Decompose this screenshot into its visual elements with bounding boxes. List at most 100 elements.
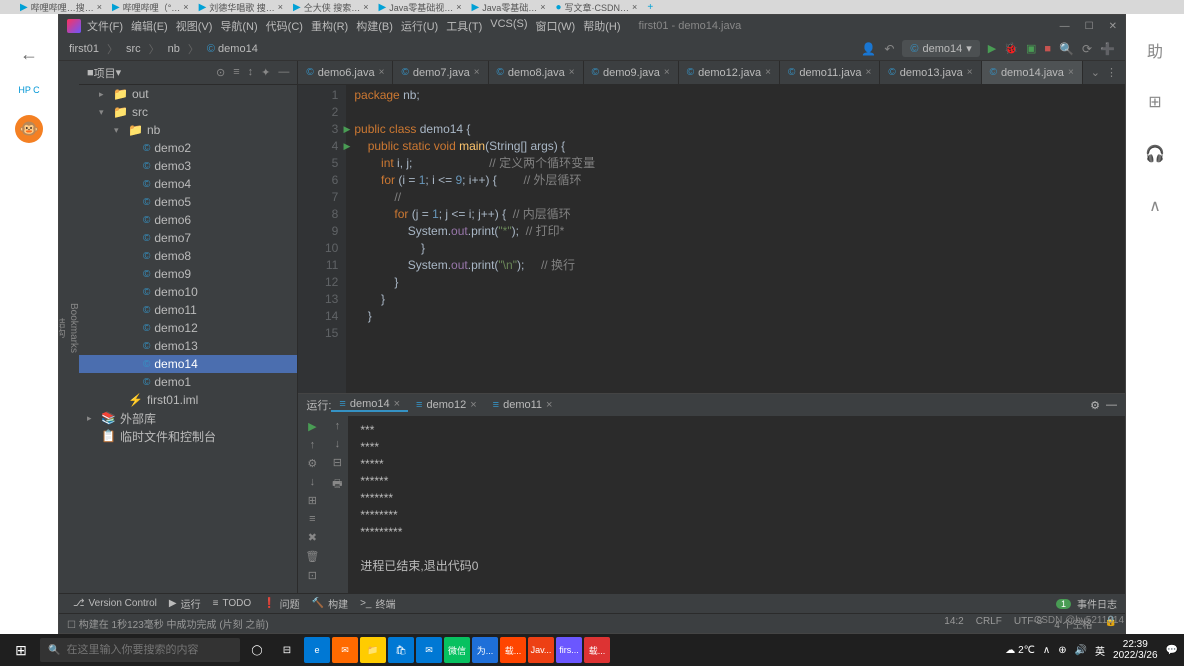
user-icon[interactable]: 👤 (861, 42, 876, 56)
panel-tool-icon[interactable]: — (278, 66, 289, 79)
chevron-down-icon[interactable]: ⌄ (1091, 66, 1100, 79)
tree-item[interactable]: ▾📁nb (79, 121, 297, 139)
tree-item[interactable]: ⚡first01.iml (79, 391, 297, 409)
browser-tab[interactable]: ▶哔哩哔哩…搜…× (20, 1, 102, 14)
taskbar-app[interactable]: firs... (556, 637, 582, 663)
project-tree[interactable]: ▸📁out▾📁src▾📁nb©demo2©demo3©demo4©demo5©d… (79, 85, 297, 593)
run-tab[interactable]: ≡demo12 × (408, 398, 485, 412)
browser-tab[interactable]: ▶仝大侠 搜索…× (293, 1, 368, 14)
editor-tab[interactable]: ©demo7.java× (393, 61, 488, 84)
run-tool-icon[interactable]: ▶ (308, 420, 316, 433)
run-toolbar-2[interactable]: ↑ ↓ ⊟ 🖶 (326, 416, 348, 593)
taskbar-app[interactable]: 📁 (360, 637, 386, 663)
taskbar-app[interactable]: 微信 (444, 637, 470, 663)
tree-item[interactable]: ©demo11 (79, 301, 297, 319)
menu-item[interactable]: 帮助(H) (583, 18, 620, 34)
stop-icon[interactable]: ■ (1044, 43, 1051, 55)
taskbar-app[interactable]: 为... (472, 637, 498, 663)
browser-tab[interactable]: ▶Java零基础视…× (379, 1, 462, 14)
editor-tab[interactable]: ©demo13.java× (880, 61, 981, 84)
event-log-button[interactable]: 事件日志 (1077, 596, 1117, 611)
run-tool-icon[interactable]: ✖ (308, 531, 317, 544)
search-icon[interactable]: 🔍 (1059, 42, 1074, 56)
run-tool-icon[interactable]: ⊞ (308, 494, 317, 507)
monkey-icon[interactable]: 🐵 (15, 115, 43, 143)
weather[interactable]: ☁ 2℃ (1005, 645, 1035, 656)
taskbar-app[interactable]: 载... (584, 637, 610, 663)
ide-help-icon[interactable]: ➕ (1100, 42, 1115, 56)
volume-icon[interactable]: 🔊 (1075, 645, 1087, 656)
browser-tab[interactable]: ●写文章·CSDN…× (556, 1, 638, 14)
panel-tool-icon[interactable]: ✦ (261, 66, 270, 79)
down-icon[interactable]: ↓ (335, 438, 341, 450)
taskbar-app[interactable]: ✉ (332, 637, 358, 663)
notification-icon[interactable]: 💬 (1166, 645, 1178, 656)
tree-item[interactable]: ©demo10 (79, 283, 297, 301)
network-icon[interactable]: ⊕ (1058, 645, 1066, 656)
menu-item[interactable]: 工具(T) (446, 18, 482, 34)
start-button[interactable]: ⊞ (6, 642, 36, 659)
run-toolbar[interactable]: ▶↑⚙↓⊞≡✖🗑⊡ (298, 416, 326, 593)
maximize-icon[interactable]: ☐ (1085, 21, 1094, 32)
tree-item[interactable]: ©demo12 (79, 319, 297, 337)
menu-item[interactable]: 视图(V) (176, 18, 213, 34)
cortana-icon[interactable]: ⊟ (274, 637, 300, 663)
bottom-tool-button[interactable]: 🔨构建 (306, 596, 354, 611)
run-tab[interactable]: ≡demo11 × (485, 398, 561, 412)
taskbar-app[interactable]: Jav... (528, 637, 554, 663)
tree-item[interactable]: ©demo6 (79, 211, 297, 229)
panel-tool-icon[interactable]: ⊙ (216, 66, 225, 79)
run-config-selector[interactable]: ©demo14▾ (902, 40, 979, 57)
run-tool-icon[interactable]: ≡ (309, 513, 315, 525)
bottom-tool-button[interactable]: ≡TODO (207, 596, 258, 611)
menu-item[interactable]: 构建(B) (356, 18, 393, 34)
taskbar-app[interactable]: ✉ (416, 637, 442, 663)
bottom-tool-button[interactable]: >_终端 (354, 596, 401, 611)
browser-tab[interactable]: ▶哔哩哔哩（°…× (112, 1, 189, 14)
tree-item[interactable]: ©demo3 (79, 157, 297, 175)
run-output[interactable]: ****************************************… (348, 416, 1125, 593)
structure-label[interactable]: 结构 (59, 318, 66, 338)
more-icon[interactable]: ⋮ (1106, 66, 1117, 79)
windows-taskbar[interactable]: ⊞ 🔍 ◯ ⊟ e✉📁🛍✉微信为...载...Jav...firs...载...… (0, 634, 1184, 666)
editor-tab[interactable]: ©demo8.java× (489, 61, 584, 84)
menu-item[interactable]: 代码(C) (266, 18, 303, 34)
menu-item[interactable]: 导航(N) (220, 18, 257, 34)
close-icon[interactable]: ✕ (1109, 21, 1117, 32)
sidebar-tool-icon[interactable]: 🎧 (1139, 138, 1171, 170)
system-tray[interactable]: ☁ 2℃ ∧ ⊕ 🔊 英 22:39 2022/3/26 💬 (1005, 639, 1178, 661)
coverage-icon[interactable]: ▣ (1026, 42, 1036, 55)
print-icon[interactable]: 🖶 (332, 475, 342, 494)
menu-item[interactable]: 编辑(E) (131, 18, 168, 34)
tree-item[interactable]: ©demo14 (79, 355, 297, 373)
bottom-tool-button[interactable]: ▶运行 (163, 596, 207, 611)
bottom-tool-button[interactable]: ⎇Version Control (67, 596, 163, 611)
tree-item[interactable]: 📋临时文件和控制台 (79, 427, 297, 445)
tree-item[interactable]: ▾📁src (79, 103, 297, 121)
run-tool-icon[interactable]: 🗑 (305, 550, 319, 563)
ime-indicator[interactable]: 英 (1095, 643, 1105, 658)
run-tool-icon[interactable]: ⚙ (307, 457, 317, 470)
search-input[interactable] (66, 644, 232, 656)
status-item[interactable]: 14:2 (944, 616, 963, 631)
debug-icon[interactable]: 🐞 (1004, 42, 1018, 55)
menu-bar[interactable]: 文件(F)编辑(E)视图(V)导航(N)代码(C)重构(R)构建(B)运行(U)… (87, 18, 621, 34)
tree-item[interactable]: ©demo13 (79, 337, 297, 355)
menu-item[interactable]: 窗口(W) (536, 18, 576, 34)
tree-item[interactable]: ©demo2 (79, 139, 297, 157)
minimize-panel-icon[interactable]: — (1106, 399, 1117, 412)
browser-tab[interactable]: ▶刘德华唱歌 捜…× (199, 1, 283, 14)
minimize-icon[interactable]: — (1060, 21, 1070, 32)
editor-tab[interactable]: ©demo12.java× (679, 61, 780, 84)
up-icon[interactable]: ↑ (335, 420, 341, 432)
sidebar-tool-icon[interactable]: 助 (1139, 34, 1171, 66)
status-item[interactable]: CRLF (976, 616, 1002, 631)
editor-tabs[interactable]: ©demo6.java×©demo7.java×©demo8.java×©dem… (298, 61, 1125, 85)
left-tool-gutter[interactable]: Bookmarks 结构 (59, 61, 79, 593)
taskbar-app[interactable]: 🛍 (388, 637, 414, 663)
code-area[interactable]: 123▶4▶56789101112131415 package nb;publi… (298, 85, 1125, 393)
sidebar-tool-icon[interactable]: ⊞ (1139, 86, 1171, 118)
sidebar-tool-icon[interactable]: ∧ (1139, 190, 1171, 222)
bottom-tool-button[interactable]: ❗问题 (257, 596, 305, 611)
clock[interactable]: 22:39 2022/3/26 (1113, 639, 1158, 661)
